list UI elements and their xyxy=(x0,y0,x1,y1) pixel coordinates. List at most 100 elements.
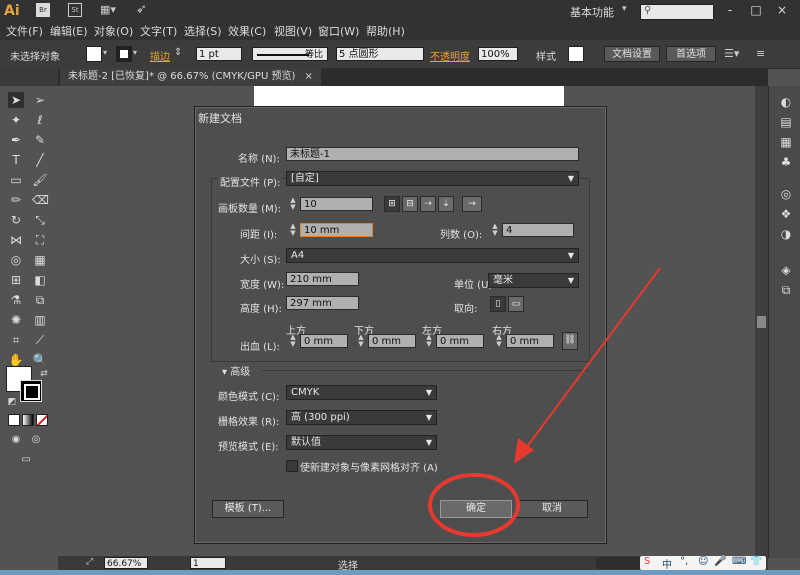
stock-icon[interactable]: St xyxy=(68,3,82,17)
direct-selection-tool-icon[interactable]: ➢ xyxy=(32,92,48,108)
layers-panel-icon[interactable]: ◈ xyxy=(778,262,794,278)
name-input[interactable]: 未标题-1 xyxy=(286,147,579,161)
shape-builder-tool-icon[interactable]: ◎ xyxy=(8,252,24,268)
lasso-tool-icon[interactable]: ℓ xyxy=(32,112,48,128)
menu-file[interactable]: 文件(F) xyxy=(6,24,43,40)
arrange-documents-icon[interactable]: ▦▾ xyxy=(100,3,118,17)
preview-mode-dropdown[interactable]: 默认值 ▼ xyxy=(286,435,437,450)
stroke-spinner-icon[interactable]: ⇕ xyxy=(174,47,182,58)
line-tool-icon[interactable]: ╱ xyxy=(32,152,48,168)
fill-swatch[interactable] xyxy=(86,46,102,62)
stroke-label[interactable]: 描边 xyxy=(150,48,170,63)
ok-button[interactable]: 确定 xyxy=(440,500,512,518)
link-bleed-icon[interactable]: ⛓ xyxy=(562,332,578,350)
menu-edit[interactable]: 编辑(E) xyxy=(50,24,88,40)
color-guide-icon[interactable]: ▤ xyxy=(778,114,794,130)
cancel-button[interactable]: 取消 xyxy=(516,500,588,518)
variable-width-profile[interactable]: 等比 xyxy=(252,47,328,61)
pen-tool-icon[interactable]: ✒ xyxy=(8,132,24,148)
bleed-top-spinner[interactable]: ▲ ▼ xyxy=(288,334,298,348)
spacing-input[interactable]: 10 mm xyxy=(300,223,373,237)
units-dropdown[interactable]: 毫米 ▼ xyxy=(488,273,579,288)
stroke-color-box[interactable] xyxy=(20,380,42,402)
graphic-style-swatch[interactable] xyxy=(568,46,584,62)
appearance-panel-icon[interactable]: ◎ xyxy=(778,186,794,202)
stroke-weight-field[interactable]: 1 pt xyxy=(196,47,242,61)
spacing-spinner[interactable]: ▲ ▼ xyxy=(288,223,298,237)
width-input[interactable]: 210 mm xyxy=(286,272,359,286)
arrange-by-column-icon[interactable]: ⇣ xyxy=(438,196,454,212)
artboards-input[interactable]: 10 xyxy=(300,197,373,211)
menu-type[interactable]: 文字(T) xyxy=(140,24,177,40)
document-tab-close[interactable]: × xyxy=(305,71,313,82)
templates-button[interactable]: 模板 (T)... xyxy=(212,500,284,518)
artboards-spinner[interactable]: ▲ ▼ xyxy=(288,197,298,211)
preferences-button[interactable]: 首选项 xyxy=(666,46,716,62)
paintbrush-tool-icon[interactable]: 🖌 xyxy=(32,172,48,188)
opacity-label[interactable]: 不透明度 xyxy=(430,48,470,63)
mesh-tool-icon[interactable]: ⊞ xyxy=(8,272,24,288)
artboards-panel-icon[interactable]: ⧉ xyxy=(778,282,794,298)
scale-tool-icon[interactable]: ⤡ xyxy=(32,212,48,228)
selection-tool-icon[interactable]: ➤ xyxy=(8,92,24,108)
eyedropper-tool-icon[interactable]: ⚗ xyxy=(8,292,24,308)
bleed-bottom-spinner[interactable]: ▲ ▼ xyxy=(356,334,366,348)
menu-effect[interactable]: 效果(C) xyxy=(228,24,266,40)
menu-help[interactable]: 帮助(H) xyxy=(366,24,405,40)
default-colors-icon[interactable]: ◩ xyxy=(4,394,20,410)
magic-wand-tool-icon[interactable]: ✦ xyxy=(8,112,24,128)
help-search-input[interactable]: ⚲ xyxy=(640,4,714,20)
align-icon[interactable]: ☰▾ xyxy=(724,47,739,60)
blend-tool-icon[interactable]: ⧉ xyxy=(32,292,48,308)
artboard-tool-icon[interactable]: ⌗ xyxy=(8,332,24,348)
stroke-chevron-icon[interactable]: ▾ xyxy=(133,48,137,57)
symbol-sprayer-tool-icon[interactable]: ✺ xyxy=(8,312,24,328)
rotate-tool-icon[interactable]: ↻ xyxy=(8,212,24,228)
screen-mode-icon[interactable]: ▭ xyxy=(18,452,34,468)
gradient-tool-icon[interactable]: ◧ xyxy=(32,272,48,288)
bleed-left-spinner[interactable]: ▲ ▼ xyxy=(424,334,434,348)
width-tool-icon[interactable]: ⋈ xyxy=(8,232,24,248)
zoom-field[interactable]: 66.67% xyxy=(104,557,148,569)
artboard-nav-icon[interactable]: ⤢ xyxy=(86,557,93,567)
raster-effects-dropdown[interactable]: 高 (300 ppi) ▼ xyxy=(286,410,437,425)
swap-colors-icon[interactable]: ⇄ xyxy=(36,366,52,382)
bridge-icon[interactable]: Br xyxy=(36,3,50,17)
menu-view[interactable]: 视图(V) xyxy=(274,24,312,40)
draw-normal-icon[interactable]: ◉ xyxy=(8,432,24,448)
bleed-left-input[interactable]: 0 mm xyxy=(436,334,484,348)
draw-inside-icon[interactable]: ◎ xyxy=(28,432,44,448)
pencil-tool-icon[interactable]: ✏ xyxy=(8,192,24,208)
column-graph-tool-icon[interactable]: ▥ xyxy=(32,312,48,328)
bleed-right-input[interactable]: 0 mm xyxy=(506,334,554,348)
curvature-tool-icon[interactable]: ✎ xyxy=(32,132,48,148)
menu-window[interactable]: 窗口(W) xyxy=(318,24,359,40)
color-mode-swatch[interactable] xyxy=(8,414,20,426)
close-window-button[interactable]: × xyxy=(772,2,792,18)
free-transform-tool-icon[interactable]: ⛶ xyxy=(32,232,48,248)
opacity-field[interactable]: 100% xyxy=(478,47,518,61)
perspective-grid-tool-icon[interactable]: ▦ xyxy=(32,252,48,268)
graphic-styles-icon[interactable]: ❖ xyxy=(778,206,794,222)
document-tab[interactable]: 未标题-2 [已恢复]* @ 66.67% (CMYK/GPU 预览) × xyxy=(60,68,321,86)
symbols-panel-icon[interactable]: ♣ xyxy=(778,154,794,170)
columns-spinner[interactable]: ▲ ▼ xyxy=(490,223,500,237)
brush-definition-field[interactable]: 5 点圆形 xyxy=(336,47,424,61)
none-mode-swatch[interactable] xyxy=(36,414,48,426)
left-to-right-layout-icon[interactable]: → xyxy=(462,196,482,212)
stroke-swatch[interactable] xyxy=(116,46,132,62)
bleed-top-input[interactable]: 0 mm xyxy=(300,334,348,348)
workspace-chevron-icon[interactable]: ▾ xyxy=(622,4,627,14)
bleed-right-spinner[interactable]: ▲ ▼ xyxy=(494,334,504,348)
artboard-number-field[interactable]: 1 xyxy=(190,557,226,569)
size-dropdown[interactable]: A4 ▼ xyxy=(286,248,579,263)
grid-by-column-icon[interactable]: ⊟ xyxy=(402,196,418,212)
minimize-button[interactable]: - xyxy=(720,2,740,18)
advanced-toggle[interactable]: ▾ 高级 xyxy=(222,363,250,378)
ime-toolbar[interactable]: S 中 °, ☺ 🎤 ⌨ 👕 xyxy=(640,556,766,571)
grid-by-row-icon[interactable]: ⊞ xyxy=(384,196,400,212)
type-tool-icon[interactable]: T xyxy=(8,152,24,168)
menu-select[interactable]: 选择(S) xyxy=(184,24,222,40)
workspace-switcher[interactable]: 基本功能 xyxy=(570,4,614,20)
swatches-panel-icon[interactable]: ▦ xyxy=(778,134,794,150)
